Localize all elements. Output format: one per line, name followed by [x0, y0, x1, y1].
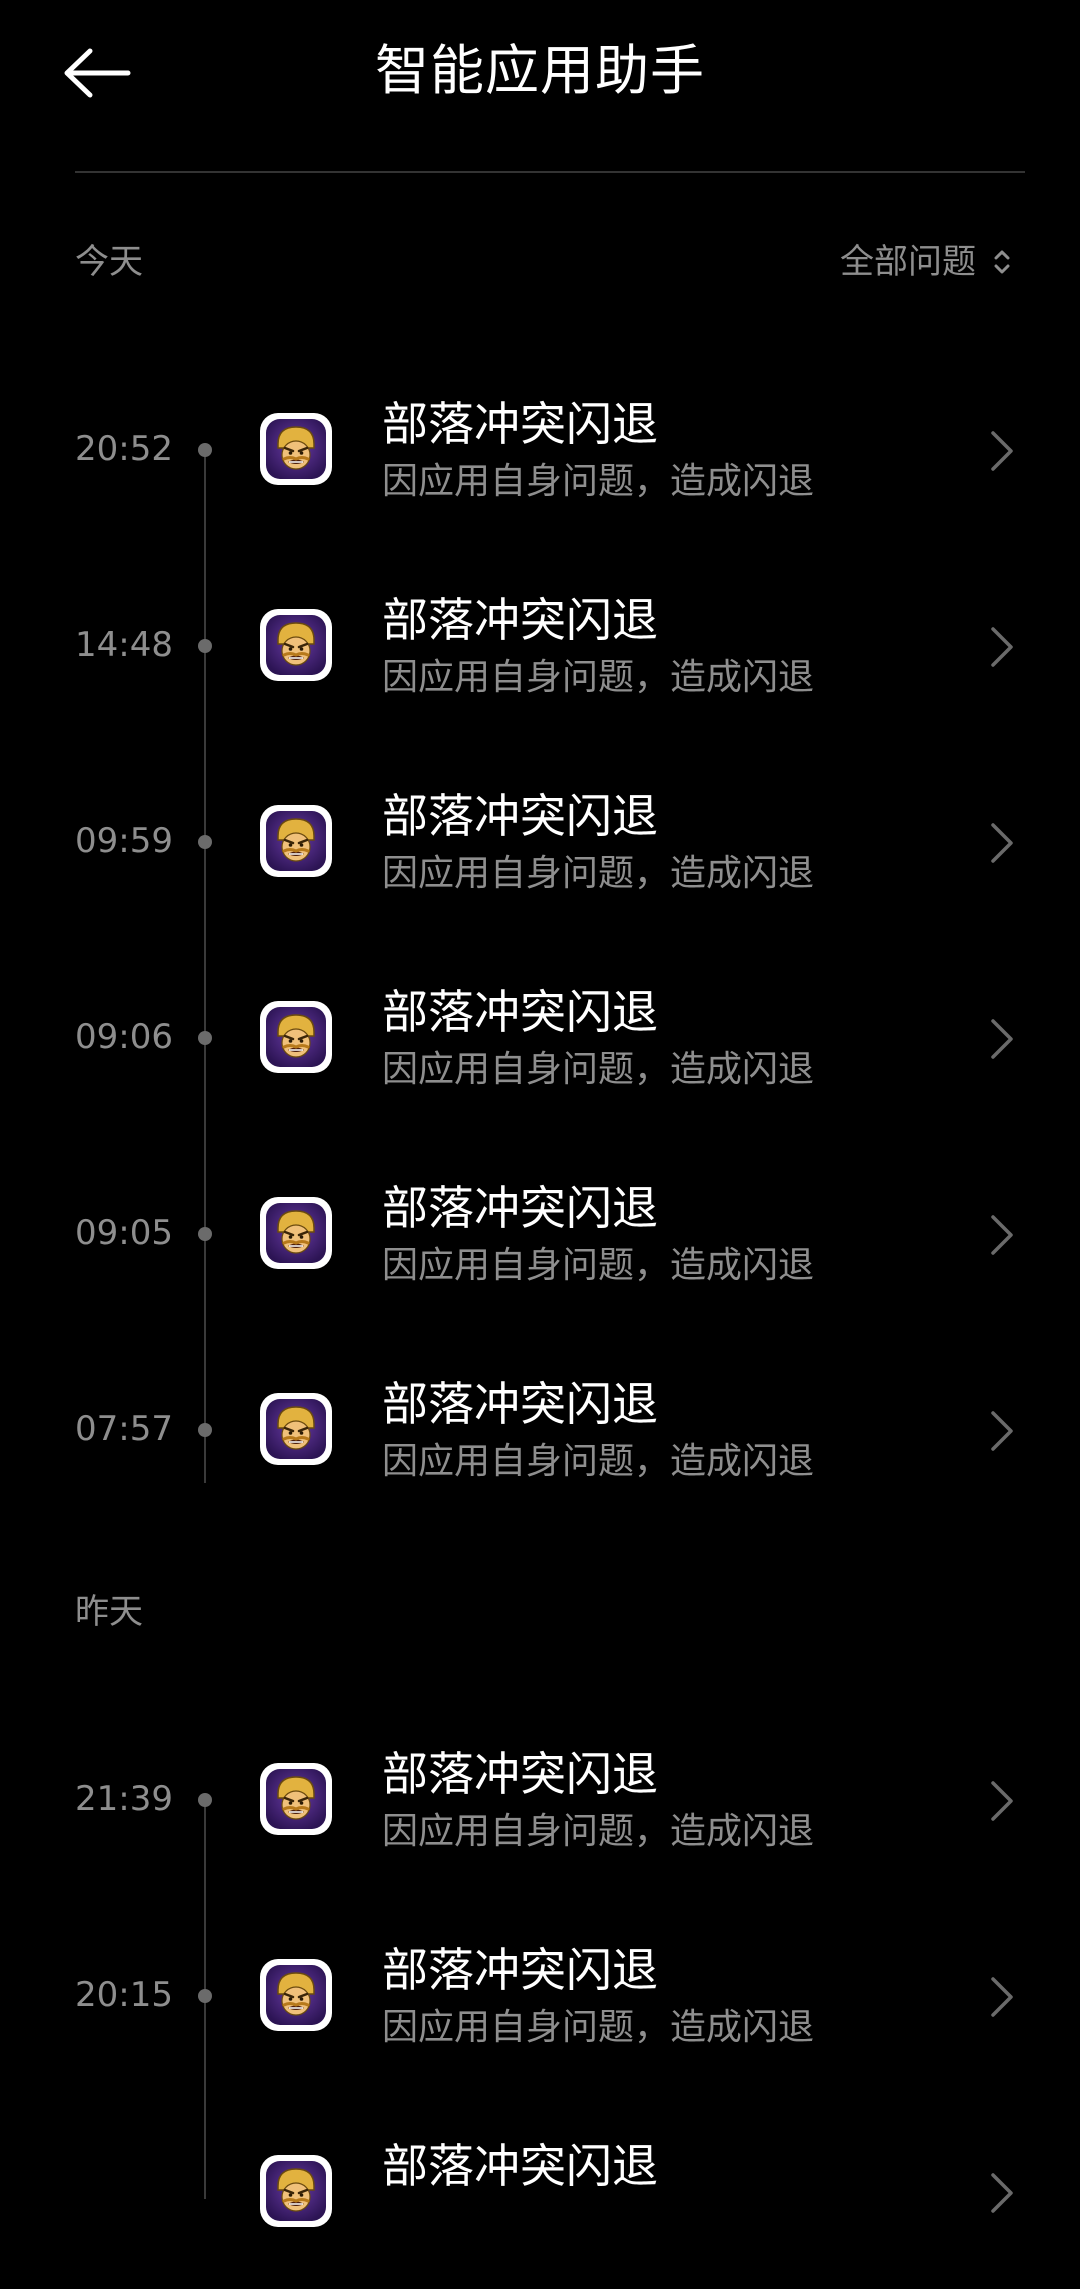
chevron-right-icon — [982, 625, 1022, 669]
timeline-dot — [198, 1793, 212, 1807]
list-item-昨天-1[interactable]: 20:15 部落冲突闪退 因应用自身问题，造成闪退 — [0, 1897, 1080, 2093]
timeline-dot — [198, 835, 212, 849]
list-item-今天-1[interactable]: 14:48 部落冲突闪退 因应用自身问题，造成闪退 — [0, 547, 1080, 743]
list-item-今天-4[interactable]: 09:05 部落冲突闪退 因应用自身问题，造成闪退 — [0, 1135, 1080, 1331]
section-label-today: 今天 — [75, 242, 143, 282]
clash-of-clans-app-icon — [260, 805, 332, 877]
chevron-up-down-icon — [992, 246, 1012, 278]
chevron-right-icon — [982, 821, 1022, 865]
clash-of-clans-app-icon — [260, 1959, 332, 2031]
list-item-今天-3[interactable]: 09:06 部落冲突闪退 因应用自身问题，造成闪退 — [0, 939, 1080, 1135]
item-time: 09:05 — [75, 1213, 173, 1253]
item-subtitle: 因应用自身问题，造成闪退 — [382, 1049, 815, 1090]
timeline-dot — [198, 639, 212, 653]
header: 智能应用助手 — [0, 0, 1080, 172]
clash-of-clans-app-icon — [260, 609, 332, 681]
list-item-今天-2[interactable]: 09:59 部落冲突闪退 因应用自身问题，造成闪退 — [0, 743, 1080, 939]
chevron-right-icon — [982, 1779, 1022, 1823]
timeline-dot — [198, 1989, 212, 2003]
header-divider — [75, 171, 1025, 173]
list-item-今天-0[interactable]: 20:52 部落冲突闪退 因应用自身问题，造成闪退 — [0, 351, 1080, 547]
item-title: 部落冲突闪退 — [382, 1377, 658, 1431]
item-title: 部落冲突闪退 — [382, 1943, 658, 1997]
clash-of-clans-app-icon — [260, 1393, 332, 1465]
clash-of-clans-app-icon — [260, 413, 332, 485]
item-title: 部落冲突闪退 — [382, 1181, 658, 1235]
chevron-right-icon — [982, 1409, 1022, 1453]
item-title: 部落冲突闪退 — [382, 593, 658, 647]
filter-label: 全部问题 — [840, 242, 976, 282]
chevron-right-icon — [982, 1213, 1022, 1257]
item-time: 07:57 — [75, 1409, 173, 1449]
item-subtitle: 因应用自身问题，造成闪退 — [382, 1811, 815, 1852]
item-time: 20:15 — [75, 1975, 173, 2015]
item-time: 09:06 — [75, 1017, 173, 1057]
item-subtitle: 因应用自身问题，造成闪退 — [382, 461, 815, 502]
chevron-right-icon — [982, 1017, 1022, 1061]
item-time: 21:39 — [75, 1779, 173, 1819]
item-title: 部落冲突闪退 — [382, 1747, 658, 1801]
item-title: 部落冲突闪退 — [382, 789, 658, 843]
chevron-right-icon — [982, 1975, 1022, 2019]
item-title: 部落冲突闪退 — [382, 985, 658, 1039]
item-subtitle: 因应用自身问题，造成闪退 — [382, 1245, 815, 1286]
item-subtitle: 因应用自身问题，造成闪退 — [382, 853, 815, 894]
filter-dropdown[interactable]: 全部问题 — [840, 238, 1012, 286]
item-subtitle: 因应用自身问题，造成闪退 — [382, 657, 815, 698]
chevron-right-icon — [982, 429, 1022, 473]
item-time: 14:48 — [75, 625, 173, 665]
timeline-dot — [198, 1031, 212, 1045]
item-title: 部落冲突闪退 — [382, 397, 658, 451]
section-label-yesterday: 昨天 — [75, 1592, 143, 1632]
list-item-今天-5[interactable]: 07:57 部落冲突闪退 因应用自身问题，造成闪退 — [0, 1331, 1080, 1527]
item-time: 09:59 — [75, 821, 173, 861]
list-item-昨天-2[interactable]: 部落冲突闪退 — [0, 2093, 1080, 2289]
timeline-dot — [198, 1423, 212, 1437]
item-time: 20:52 — [75, 429, 173, 469]
clash-of-clans-app-icon — [260, 1001, 332, 1073]
clash-of-clans-app-icon — [260, 1763, 332, 1835]
page-title: 智能应用助手 — [375, 39, 705, 102]
item-subtitle: 因应用自身问题，造成闪退 — [382, 2007, 815, 2048]
timeline-dot — [198, 1227, 212, 1241]
item-subtitle: 因应用自身问题，造成闪退 — [382, 1441, 815, 1482]
clash-of-clans-app-icon — [260, 1197, 332, 1269]
list-item-昨天-0[interactable]: 21:39 部落冲突闪退 因应用自身问题，造成闪退 — [0, 1701, 1080, 1897]
timeline-dot — [198, 443, 212, 457]
chevron-right-icon — [982, 2171, 1022, 2215]
item-title: 部落冲突闪退 — [382, 2139, 658, 2193]
